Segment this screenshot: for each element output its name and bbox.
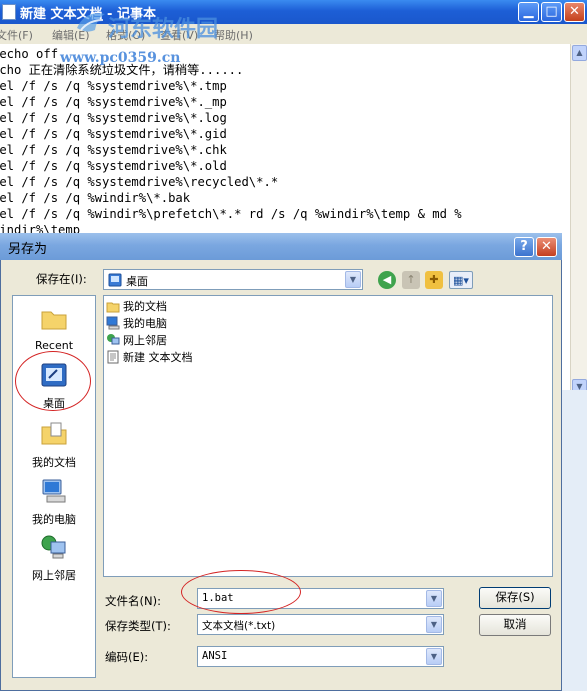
dialog-title: 另存为 [8,242,48,257]
text-line: del /f /s /q %systemdrive%\*._mp [0,95,227,109]
save-in-label: 保存在(I): [36,272,87,286]
text-line: del /f /s /q %windir%\*.bak [0,191,191,205]
place-label: 网上邻居 [32,569,76,582]
scroll-up-icon[interactable]: ▲ [572,45,587,61]
notepad-text-area[interactable]: @echo off echo 正在清除系统垃圾文件，请稍等...... del … [0,44,570,234]
list-item[interactable]: 网上邻居 [106,332,167,348]
maximize-button[interactable]: □ [541,2,562,22]
my-computer-icon [106,316,120,330]
chevron-down-icon[interactable]: ▼ [426,590,442,607]
text-line: del /f /s /q %systemdrive%\*.log [0,111,227,125]
filetype-value: 文本文档(*.txt) [202,620,276,632]
network-places-icon [41,535,66,559]
encoding-value: ANSI [202,650,228,662]
help-button[interactable]: ? [514,237,534,257]
place-label: 我的文档 [32,456,76,469]
filetype-label: 保存类型(T): [105,619,171,633]
notepad-scrollbar[interactable]: ▲ ▼ [570,44,587,404]
filename-value: 1.bat [202,592,234,604]
chevron-down-icon[interactable]: ▼ [426,648,442,665]
up-folder-icon[interactable]: ↑ [402,271,420,289]
save-in-value: 桌面 [126,275,148,288]
notepad-icon [2,4,16,20]
watermark-site-name: 河东软件园 [108,16,219,42]
chevron-down-icon[interactable]: ▼ [345,271,361,288]
text-line: del /f /s /q %windir%\prefetch\*.* rd /s… [0,207,462,221]
close-button[interactable]: ✕ [564,2,585,22]
list-item[interactable]: 我的电脑 [106,315,167,331]
place-desktop[interactable]: 桌面 [13,360,95,411]
place-label: Recent [34,339,74,352]
menu-help[interactable]: 帮助(H) [214,27,253,43]
filetype-select[interactable]: 文本文档(*.txt) ▼ [197,614,444,635]
new-folder-icon[interactable]: ✚ [425,271,443,289]
dialog-titlebar: 另存为 ? ✕ [0,233,562,260]
encoding-label: 编码(E): [105,650,149,664]
text-line: del /f /s /q %systemdrive%\*.tmp [0,79,227,93]
chevron-down-icon[interactable]: ▼ [426,616,442,633]
desktop-icon [108,273,122,287]
list-item[interactable]: 新建 文本文档 [106,349,193,365]
text-file-icon [107,350,119,364]
save-in-combo[interactable]: 桌面 ▼ [103,269,363,290]
view-menu-icon[interactable]: ▦▾ [449,271,473,289]
desktop-icon [41,363,67,387]
my-documents-icon [106,302,120,313]
file-list[interactable]: 我的文档 我的电脑 网上邻居 新建 文本文档 [103,295,553,577]
dialog-close-button[interactable]: ✕ [536,237,557,257]
save-button[interactable]: 保存(S) [479,587,551,609]
place-label: 我的电脑 [32,513,76,526]
watermark-url: www.pc0359.cn [60,50,181,66]
text-line: del /f /s /q %systemdrive%\recycled\*.* [0,175,279,189]
encoding-select[interactable]: ANSI ▼ [197,646,444,667]
menu-file[interactable]: 文件(F) [0,27,33,43]
place-my-computer[interactable]: 我的电脑 [13,476,95,527]
folder-icon [41,311,67,330]
place-network[interactable]: 网上邻居 [13,532,95,583]
filename-label: 文件名(N): [105,594,161,608]
watermark-logo-icon [77,13,105,32]
filename-input[interactable]: 1.bat ▼ [197,588,444,609]
place-my-documents[interactable]: 我的文档 [13,419,95,470]
places-bar: Recent 桌面 我的文档 我的电脑 网上邻居 [12,295,96,678]
text-line: del /f /s /q %systemdrive%\*.gid [0,127,227,141]
back-icon[interactable]: ◀ [378,271,396,289]
my-documents-icon [41,422,67,445]
minimize-button[interactable]: ▁ [518,2,539,22]
cancel-button[interactable]: 取消 [479,614,551,636]
text-line: del /f /s /q %systemdrive%\*.old [0,159,227,173]
network-places-icon [107,334,120,345]
text-line: @echo off [0,47,59,61]
text-line: del /f /s /q %systemdrive%\*.chk [0,143,227,157]
list-item[interactable]: 我的文档 [106,298,167,314]
place-label: 桌面 [43,397,65,410]
my-computer-icon [42,479,66,503]
place-recent[interactable]: Recent [13,304,95,352]
